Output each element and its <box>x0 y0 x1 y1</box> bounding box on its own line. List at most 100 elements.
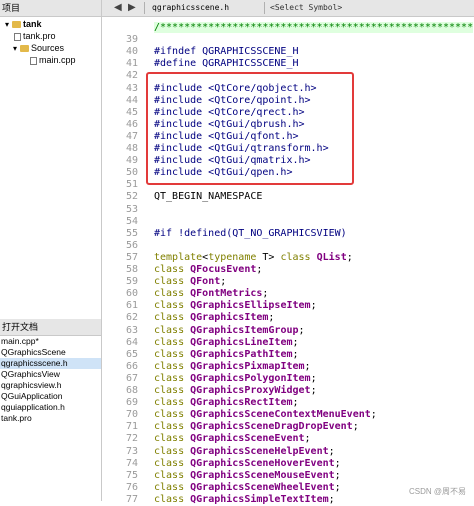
symbol-dropdown[interactable]: <Select Symbol> <box>270 0 342 16</box>
tree-item-main-cpp[interactable]: main.cpp <box>30 54 76 66</box>
class-name: QGraphicsSceneWheelEvent <box>190 482 335 493</box>
file-name-dropdown[interactable]: qgraphicsscene.h <box>152 0 229 16</box>
open-doc-item[interactable]: tank.pro <box>0 413 101 424</box>
keyword: class <box>154 433 185 444</box>
line-number: 50 <box>125 167 138 178</box>
line-number: 42 <box>125 70 138 81</box>
class-name: QGraphicsSceneHelpEvent <box>190 446 329 457</box>
punctuation: ; <box>334 458 341 469</box>
open-doc-item[interactable]: QGraphicsView <box>0 369 101 380</box>
code-line: class QGraphicsItemGroup; <box>154 325 305 337</box>
line-number: 43 <box>125 83 138 94</box>
line-number-gutter: 39 40 41 42 43 44 45 46 47 48 49 50 51 52 53 54 55 56 57 58… <box>102 17 146 505</box>
tree-item-tank[interactable]: ▾ tank <box>2 18 42 30</box>
back-arrow-icon[interactable]: ◀ <box>114 0 122 16</box>
class-name: QGraphicsSceneEvent <box>190 433 305 444</box>
keyword: class <box>154 276 185 287</box>
line-number: 62 <box>125 312 138 323</box>
punctuation: ; <box>346 252 353 263</box>
line-number: 41 <box>125 58 138 69</box>
code-line: class QGraphicsSceneWheelEvent; <box>154 482 341 494</box>
keyword: class <box>154 349 185 360</box>
forward-arrow-icon[interactable]: ▶ <box>128 0 136 16</box>
code-text: #if !defined(QT_NO_GRAPHICSVIEW) <box>154 228 347 239</box>
open-documents-header: 打开文档 <box>0 319 101 336</box>
punctuation: ; <box>292 337 299 348</box>
line-number: 55 <box>125 228 138 239</box>
punctuation: ; <box>292 397 299 408</box>
line-number: 56 <box>125 240 138 251</box>
punctuation: ; <box>304 361 311 372</box>
keyword: class <box>154 300 185 311</box>
tree-item-tank-pro[interactable]: tank.pro <box>14 30 56 42</box>
class-name: QGraphicsSceneHoverEvent <box>190 458 335 469</box>
line-number: 70 <box>125 409 138 420</box>
line-number: 68 <box>125 385 138 396</box>
tree-item-sources[interactable]: ▾ Sources <box>10 42 64 54</box>
class-name: QGraphicsItem <box>190 312 269 323</box>
class-name: QGraphicsPathItem <box>190 349 293 360</box>
class-name: QGraphicsSceneMouseEvent <box>190 470 335 481</box>
punctuation: ; <box>310 373 317 384</box>
punctuation: ; <box>262 288 269 299</box>
code-line: #if !defined(QT_NO_GRAPHICSVIEW) <box>154 228 347 240</box>
punctuation: T> <box>256 252 281 263</box>
line-number: 45 <box>125 107 138 118</box>
line-number: 64 <box>125 337 138 348</box>
code-line: QT_BEGIN_NAMESPACE <box>154 191 262 203</box>
class-name: QGraphicsSceneDragDropEvent <box>190 421 353 432</box>
open-doc-item[interactable]: qgraphicsview.h <box>0 380 101 391</box>
open-doc-item[interactable]: QGraphicsScene <box>0 347 101 358</box>
line-number: 65 <box>125 349 138 360</box>
code-line: template<typename T> class QList; <box>154 252 353 264</box>
watermark: CSDN @周不易 <box>408 487 466 496</box>
open-doc-item[interactable]: QGuiApplication <box>0 391 101 402</box>
line-number: 47 <box>125 131 138 142</box>
project-panel-header: 项目 <box>0 0 101 17</box>
open-doc-item[interactable]: main.cpp* <box>0 336 101 347</box>
line-number: 74 <box>125 458 138 469</box>
line-number: 69 <box>125 397 138 408</box>
keyword: class <box>154 482 185 493</box>
keyword: class <box>154 337 185 348</box>
open-doc-item[interactable]: qguiapplication.h <box>0 402 101 413</box>
code-line: class QGraphicsPolygonItem; <box>154 373 317 385</box>
keyword: class <box>154 312 185 323</box>
punctuation: ; <box>310 385 317 396</box>
line-number: 44 <box>125 95 138 106</box>
keyword: class <box>154 458 185 469</box>
code-line: class QGraphicsEllipseItem; <box>154 300 317 312</box>
line-number: 77 <box>125 494 138 505</box>
code-text: #ifndef QGRAPHICSSCENE_H <box>154 46 299 57</box>
punctuation: ; <box>268 312 275 323</box>
code-line: class QFont; <box>154 276 226 288</box>
punctuation: ; <box>334 470 341 481</box>
open-doc-item-selected[interactable]: qgraphicsscene.h <box>0 358 101 369</box>
punctuation: ; <box>304 433 311 444</box>
line-number: 73 <box>125 446 138 457</box>
line-number: 59 <box>125 276 138 287</box>
line-number: 49 <box>125 155 138 166</box>
code-line: /***************************************… <box>154 22 474 34</box>
expand-arrow-icon[interactable]: ▾ <box>2 19 12 31</box>
code-line: #define QGRAPHICSSCENE_H <box>154 58 299 70</box>
toolbar-divider <box>144 2 145 14</box>
keyword: class <box>154 397 185 408</box>
expand-arrow-icon[interactable]: ▾ <box>10 43 20 55</box>
line-number: 46 <box>125 119 138 130</box>
code-line: class QGraphicsSceneEvent; <box>154 433 311 445</box>
code-line: class QGraphicsSceneDragDropEvent; <box>154 421 359 433</box>
code-line: class QGraphicsLineItem; <box>154 337 299 349</box>
keyword: class <box>280 252 311 263</box>
comment-text: /***************************************… <box>154 22 474 33</box>
editor-toolbar: ◀ ▶ qgraphicsscene.h <Select Symbol> <box>102 0 474 17</box>
file-icon <box>14 32 21 41</box>
line-number <box>108 22 138 34</box>
line-number: 67 <box>125 373 138 384</box>
code-text: #define QGRAPHICSSCENE_H <box>154 58 299 69</box>
class-name: QGraphicsSimpleTextItem <box>190 494 329 505</box>
keyword: class <box>154 288 185 299</box>
class-name: QGraphicsPixmapItem <box>190 361 305 372</box>
class-name: QFont <box>190 276 221 287</box>
code-line: class QGraphicsSceneContextMenuEvent; <box>154 409 377 421</box>
